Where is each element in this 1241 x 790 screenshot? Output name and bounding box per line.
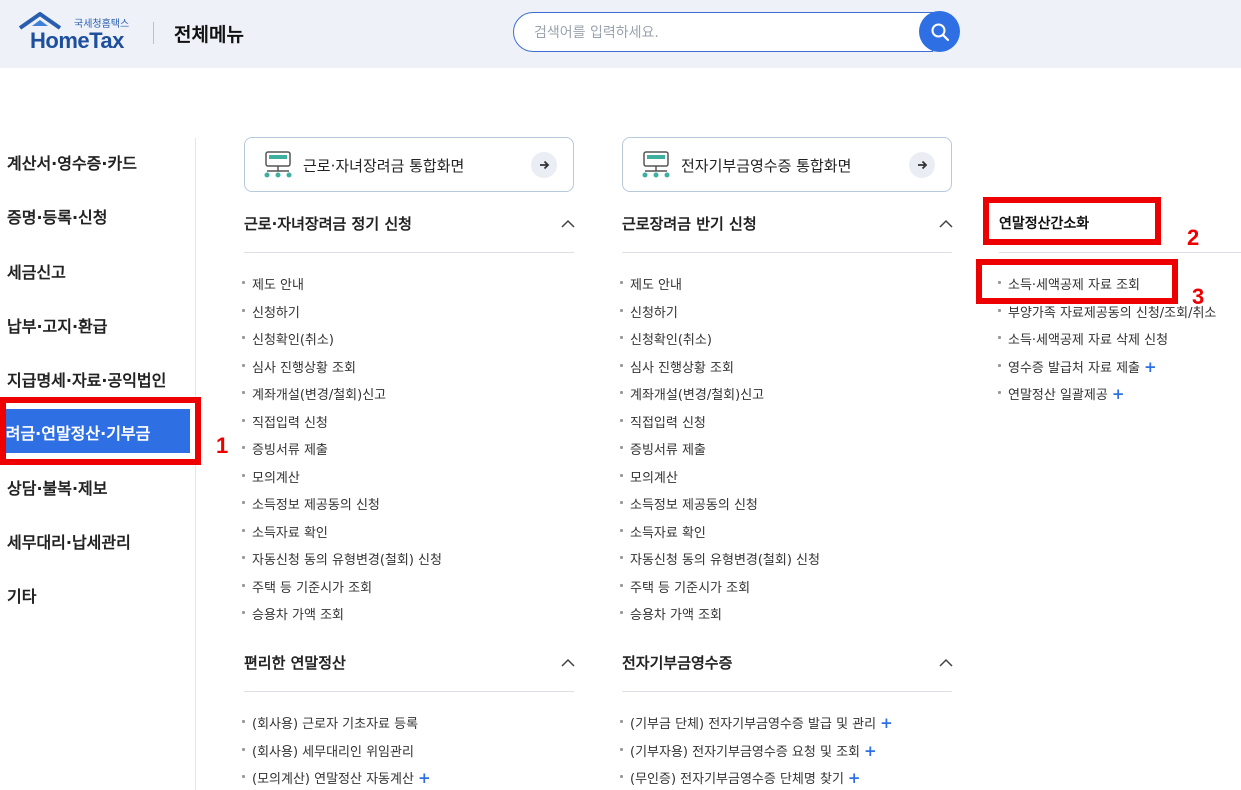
list-item-label: 영수증 발급처 자료 제출 xyxy=(1008,360,1140,376)
list-item[interactable]: 주택 등 기준시가 조회 xyxy=(620,577,820,605)
list-donation-receipt: (기부금 단체) 전자기부금영수증 발급 및 관리 + (기부자용) 전자기부금영… xyxy=(620,713,893,790)
list-item[interactable]: (무인증) 전자기부금영수증 단체명 찾기 + xyxy=(620,768,893,790)
list-item-label: (모의계산) 연말정산 자동계산 xyxy=(252,772,414,787)
annotation-number-2: 2 xyxy=(1187,225,1200,250)
section-title-easy-settlement[interactable]: 편리한 연말정산 xyxy=(244,652,346,673)
list-item[interactable]: 심사 진행상황 조회 xyxy=(242,357,442,385)
section-divider xyxy=(622,252,952,253)
plus-icon[interactable]: + xyxy=(864,742,877,760)
list-item[interactable]: 계좌개설(변경/철회)신고 xyxy=(242,384,442,412)
list-item-label: (기부금 단체) 전자기부금영수증 발급 및 관리 xyxy=(630,717,877,732)
list-item[interactable]: 직접입력 신청 xyxy=(242,412,442,440)
search-input[interactable] xyxy=(534,22,914,44)
list-item[interactable]: 신청하기 xyxy=(620,302,820,330)
lnav-item-etc[interactable]: 기타 xyxy=(7,583,36,607)
arrow-right-icon xyxy=(909,152,935,178)
annotation-box-3 xyxy=(976,259,1178,304)
lnav-item-certificate[interactable]: 증명·등록·신청 xyxy=(7,204,107,228)
list-item[interactable]: (회사용) 근로자 기초자료 등록 xyxy=(242,713,431,741)
chevron-up-icon[interactable] xyxy=(561,658,575,668)
list-item[interactable]: 영수증 발급처 자료 제출 + xyxy=(998,357,1216,385)
list-item[interactable]: 주택 등 기준시가 조회 xyxy=(242,577,442,605)
list-item[interactable]: 모의계산 xyxy=(242,467,442,495)
lnav-item-consult[interactable]: 상담·불복·제보 xyxy=(7,475,107,499)
list-item[interactable]: 심사 진행상황 조회 xyxy=(620,357,820,385)
search-box xyxy=(513,12,933,52)
list-item[interactable]: 소득자료 확인 xyxy=(620,522,820,550)
lnav-item-tax-report[interactable]: 세금신고 xyxy=(7,259,66,283)
list-item[interactable]: 연말정산 일괄제공 + xyxy=(998,384,1216,412)
list-item[interactable]: 모의계산 xyxy=(620,467,820,495)
card-label: 근로·자녀장려금 통합화면 xyxy=(303,157,465,175)
list-incentive-semiannual: 제도 안내 신청하기 신청확인(취소) 심사 진행상황 조회 계좌개설(변경/철… xyxy=(620,274,820,632)
lnav-item-payment[interactable]: 납부·고지·환급 xyxy=(7,313,107,337)
list-item[interactable]: 제도 안내 xyxy=(242,274,442,302)
chevron-up-icon[interactable] xyxy=(939,219,953,229)
card-label: 전자기부금영수증 통합화면 xyxy=(681,157,852,175)
list-item[interactable]: 소득정보 제공동의 신청 xyxy=(242,494,442,522)
logo-text: HomeTax xyxy=(30,28,124,53)
list-item[interactable]: 신청확인(취소) xyxy=(242,329,442,357)
list-item[interactable]: 부양가족 자료제공동의 신청/조회/취소 xyxy=(998,302,1216,330)
list-item[interactable]: 승용차 가액 조회 xyxy=(242,604,442,632)
list-item[interactable]: 자동신청 동의 유형변경(철회) 신청 xyxy=(620,549,820,577)
list-item[interactable]: (기부금 단체) 전자기부금영수증 발급 및 관리 + xyxy=(620,713,893,741)
annotation-number-1: 1 xyxy=(216,433,229,458)
annotation-box-2 xyxy=(983,197,1161,245)
header: 국세청홈택스 HomeTax 전체메뉴 xyxy=(0,0,1241,68)
list-item[interactable]: 승용차 가액 조회 xyxy=(620,604,820,632)
section-divider xyxy=(244,691,574,692)
section-divider xyxy=(244,252,574,253)
list-item[interactable]: (기부자용) 전자기부금영수증 요청 및 조회 + xyxy=(620,741,893,769)
list-item[interactable]: 자동신청 동의 유형변경(철회) 신청 xyxy=(242,549,442,577)
list-item[interactable]: 제도 안내 xyxy=(620,274,820,302)
plus-icon[interactable]: + xyxy=(880,714,893,732)
section-title-incentive-semiannual[interactable]: 근로장려금 반기 신청 xyxy=(622,213,757,234)
list-item[interactable]: (모의계산) 연말정산 자동계산 + xyxy=(242,768,431,790)
annotation-number-3: 3 xyxy=(1192,284,1205,309)
list-item[interactable]: 신청하기 xyxy=(242,302,442,330)
list-item[interactable]: 소득·세액공제 자료 삭제 신청 xyxy=(998,329,1216,357)
section-divider xyxy=(622,691,952,692)
list-item[interactable]: 소득정보 제공동의 신청 xyxy=(620,494,820,522)
card-incentive-integrated[interactable]: 근로·자녀장려금 통합화면 xyxy=(244,137,574,192)
list-item-label: 연말정산 일괄제공 xyxy=(1008,388,1108,403)
lnav-item-invoice[interactable]: 계산서·영수증·카드 xyxy=(7,150,137,174)
list-item[interactable]: 소득자료 확인 xyxy=(242,522,442,550)
section-title-incentive-regular[interactable]: 근로·자녀장려금 정기 신청 xyxy=(244,213,412,234)
list-item[interactable]: 직접입력 신청 xyxy=(620,412,820,440)
section-divider xyxy=(999,252,1241,253)
list-item[interactable]: 증빙서류 제출 xyxy=(242,439,442,467)
header-divider xyxy=(153,22,154,44)
plus-icon[interactable]: + xyxy=(848,769,861,787)
chevron-up-icon[interactable] xyxy=(561,219,575,229)
list-item[interactable]: 증빙서류 제출 xyxy=(620,439,820,467)
list-item-label: (무인증) 전자기부금영수증 단체명 찾기 xyxy=(630,772,844,787)
hometax-logo[interactable]: 국세청홈택스 HomeTax xyxy=(18,12,133,53)
chevron-up-icon[interactable] xyxy=(939,658,953,668)
arrow-right-icon xyxy=(531,152,557,178)
page-title: 전체메뉴 xyxy=(174,24,244,46)
list-item[interactable]: 계좌개설(변경/철회)신고 xyxy=(620,384,820,412)
annotation-box-1 xyxy=(0,397,201,465)
computer-network-icon xyxy=(264,151,292,178)
plus-icon[interactable]: + xyxy=(1144,358,1157,376)
card-donation-integrated[interactable]: 전자기부금영수증 통합화면 xyxy=(622,137,952,192)
plus-icon[interactable]: + xyxy=(418,769,431,787)
lnav-item-agent[interactable]: 세무대리·납세관리 xyxy=(7,529,131,553)
plus-icon[interactable]: + xyxy=(1112,385,1125,403)
list-item[interactable]: (회사용) 세무대리인 위임관리 xyxy=(242,741,431,769)
list-easy-settlement: (회사용) 근로자 기초자료 등록 (회사용) 세무대리인 위임관리 (모의계산… xyxy=(242,713,431,790)
list-item[interactable]: 신청확인(취소) xyxy=(620,329,820,357)
search-icon xyxy=(931,23,949,41)
section-title-donation-receipt[interactable]: 전자기부금영수증 xyxy=(622,652,732,673)
list-incentive-regular: 제도 안내 신청하기 신청확인(취소) 심사 진행상황 조회 계좌개설(변경/철… xyxy=(242,274,442,632)
lnav-item-statement[interactable]: 지급명세·자료·공익법인 xyxy=(7,367,166,391)
computer-network-icon xyxy=(642,151,670,178)
list-item-label: (기부자용) 전자기부금영수증 요청 및 조회 xyxy=(630,744,860,760)
search-button[interactable] xyxy=(919,11,960,52)
